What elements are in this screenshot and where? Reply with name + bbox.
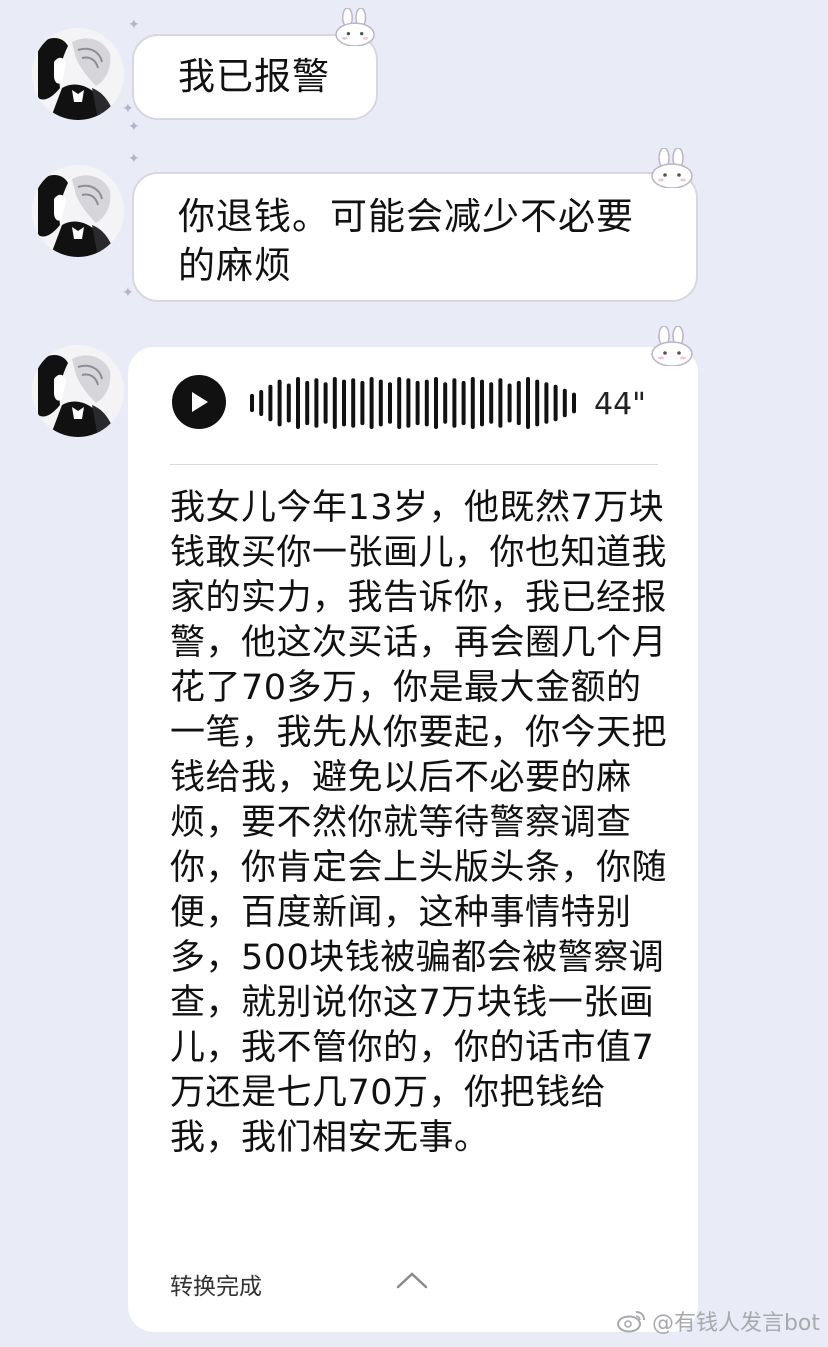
weibo-logo-icon <box>616 1311 645 1333</box>
watermark: @有钱人发言bot <box>616 1305 820 1337</box>
voice-message-bubble[interactable]: 44" 我女儿今年13岁，他既然7万块钱敢买你一张画儿，你也知道我家的实力，我告… <box>128 347 698 1332</box>
message-text: 你退钱。可能会减少不必要的麻烦 <box>178 195 634 287</box>
message-bubble[interactable]: 你退钱。可能会减少不必要的麻烦 <box>132 172 698 302</box>
divider <box>170 464 658 465</box>
sparkle-icon: ✦ <box>128 119 140 135</box>
avatar[interactable] <box>32 165 124 257</box>
avatar[interactable] <box>32 345 124 437</box>
bunny-decoration-icon <box>650 326 696 366</box>
bunny-decoration-icon <box>650 148 696 188</box>
message-bubble[interactable]: 我已报警 <box>132 34 378 120</box>
voice-transcript[interactable]: 我女儿今年13岁，他既然7万块钱敢买你一张画儿，你也知道我家的实力，我告诉你，我… <box>170 486 670 1161</box>
sparkle-icon: ✦ <box>122 285 134 301</box>
watermark-text: @有钱人发言bot <box>651 1311 820 1336</box>
sparkle-icon: ✦ <box>122 101 134 117</box>
bunny-decoration-icon <box>334 8 378 46</box>
chevron-up-icon[interactable] <box>394 1269 430 1291</box>
avatar[interactable] <box>32 28 124 120</box>
message-text: 我已报警 <box>178 55 330 98</box>
voice-duration: 44" <box>594 387 646 422</box>
transcription-status: 转换完成 <box>170 1274 262 1300</box>
sparkle-icon: ✦ <box>128 151 140 167</box>
sparkle-icon: ✦ <box>128 17 140 33</box>
play-icon[interactable] <box>172 375 226 429</box>
waveform-icon[interactable] <box>246 375 586 431</box>
